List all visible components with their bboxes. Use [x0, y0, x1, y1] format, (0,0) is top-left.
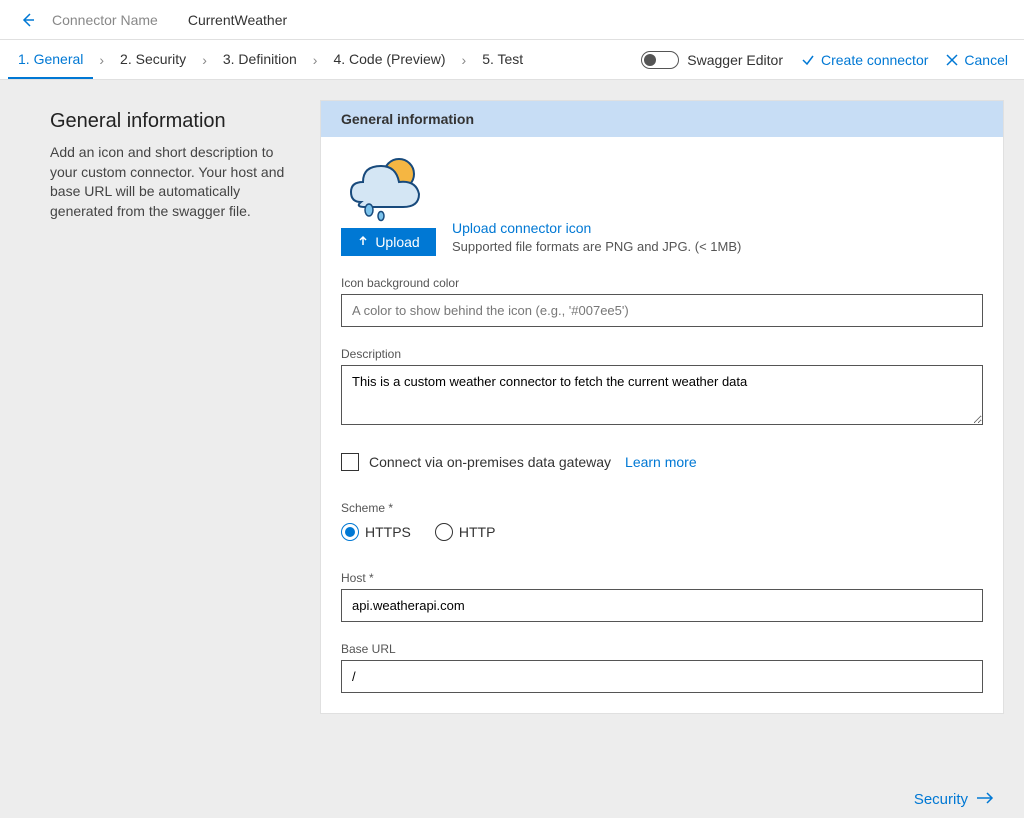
create-connector-button[interactable]: Create connector [801, 52, 928, 68]
scheme-radio-http[interactable]: HTTP [435, 523, 496, 541]
panel-header: General information [321, 101, 1003, 137]
tab-general[interactable]: 1. General [8, 40, 93, 79]
tab-test[interactable]: 5. Test [472, 40, 533, 79]
gateway-checkbox[interactable] [341, 453, 359, 471]
tab-security[interactable]: 2. Security [110, 40, 196, 79]
host-input[interactable] [341, 589, 983, 622]
upload-button[interactable]: Upload [341, 228, 436, 256]
next-step-link[interactable]: Security [914, 791, 994, 808]
page-title: General information [50, 110, 290, 133]
connector-icon-preview [341, 152, 436, 222]
base-url-label: Base URL [341, 642, 983, 656]
wizard-tabs: 1. General › 2. Security › 3. Definition… [8, 40, 533, 79]
icon-bg-input[interactable] [341, 294, 983, 327]
icon-bg-label: Icon background color [341, 276, 983, 290]
supported-formats-text: Supported file formats are PNG and JPG. … [452, 239, 741, 254]
host-label: Host * [341, 571, 983, 585]
chevron-right-icon: › [202, 52, 207, 68]
scheme-radio-https[interactable]: HTTPS [341, 523, 411, 541]
base-url-input[interactable] [341, 660, 983, 693]
page-description: Add an icon and short description to you… [50, 143, 290, 221]
cancel-button[interactable]: Cancel [946, 52, 1008, 68]
upload-icon-link[interactable]: Upload connector icon [452, 220, 741, 236]
chevron-right-icon: › [99, 52, 104, 68]
checkmark-icon [801, 53, 815, 67]
close-icon [946, 54, 958, 66]
scheme-label: Scheme * [341, 501, 983, 515]
chevron-right-icon: › [462, 52, 467, 68]
chevron-right-icon: › [313, 52, 318, 68]
swagger-editor-label: Swagger Editor [687, 52, 783, 68]
connector-name-label: Connector Name [52, 12, 158, 28]
back-button[interactable] [16, 8, 40, 32]
arrow-left-icon [20, 12, 36, 28]
arrow-right-icon [976, 791, 994, 808]
upload-icon [357, 234, 369, 250]
tab-code[interactable]: 4. Code (Preview) [323, 40, 455, 79]
gateway-label: Connect via on-premises data gateway [369, 454, 611, 470]
description-label: Description [341, 347, 983, 361]
tab-definition[interactable]: 3. Definition [213, 40, 307, 79]
swagger-editor-toggle[interactable] [641, 51, 679, 69]
connector-name-value: CurrentWeather [188, 12, 287, 28]
learn-more-link[interactable]: Learn more [625, 454, 697, 470]
description-input[interactable] [341, 365, 983, 425]
